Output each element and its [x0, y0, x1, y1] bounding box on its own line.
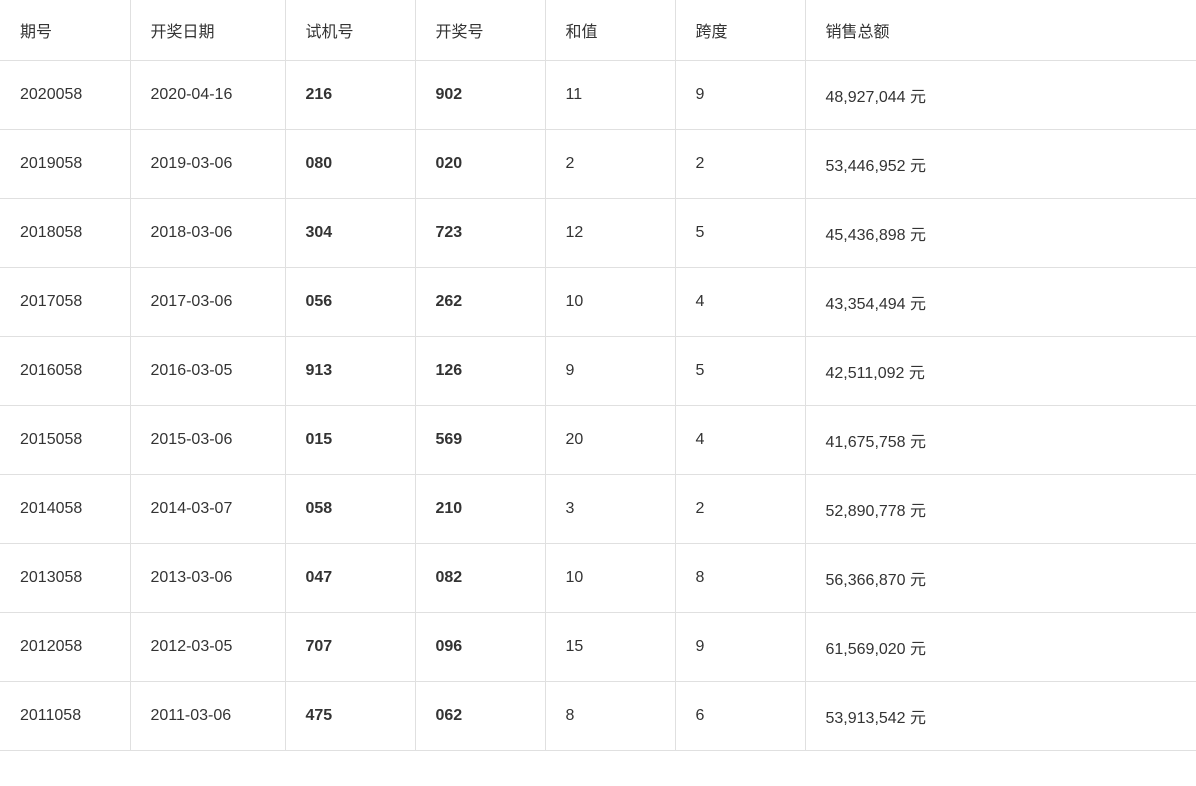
cell-kuadu: 4: [675, 268, 805, 337]
cell-hezhi: 15: [545, 613, 675, 682]
main-container: 期号 开奖日期 试机号 开奖号 和值 跨度 销售总额 20200582020-0…: [0, 0, 1196, 786]
cell-date: 2011-03-06: [130, 682, 285, 751]
cell-shiji: 047: [285, 544, 415, 613]
cell-kuadu: 2: [675, 475, 805, 544]
cell-kuadu: 5: [675, 337, 805, 406]
cell-date: 2012-03-05: [130, 613, 285, 682]
cell-qihao: 2020058: [0, 61, 130, 130]
cell-xiaoshou: 56,366,870 元: [805, 544, 1196, 613]
cell-date: 2013-03-06: [130, 544, 285, 613]
table-row: 20170582017-03-0605626210443,354,494 元: [0, 268, 1196, 337]
table-row: 20150582015-03-0601556920441,675,758 元: [0, 406, 1196, 475]
cell-kaijang: 902: [415, 61, 545, 130]
cell-qihao: 2012058: [0, 613, 130, 682]
cell-hezhi: 8: [545, 682, 675, 751]
table-row: 20200582020-04-1621690211948,927,044 元: [0, 61, 1196, 130]
cell-qihao: 2015058: [0, 406, 130, 475]
cell-shiji: 913: [285, 337, 415, 406]
cell-hezhi: 11: [545, 61, 675, 130]
cell-kaijang: 126: [415, 337, 545, 406]
cell-hezhi: 10: [545, 268, 675, 337]
cell-kuadu: 6: [675, 682, 805, 751]
cell-shiji: 080: [285, 130, 415, 199]
cell-kuadu: 5: [675, 199, 805, 268]
table-header-row: 期号 开奖日期 试机号 开奖号 和值 跨度 销售总额: [0, 0, 1196, 61]
cell-xiaoshou: 48,927,044 元: [805, 61, 1196, 130]
cell-kuadu: 8: [675, 544, 805, 613]
cell-xiaoshou: 53,913,542 元: [805, 682, 1196, 751]
table-row: 20120582012-03-0570709615961,569,020 元: [0, 613, 1196, 682]
cell-kuadu: 9: [675, 61, 805, 130]
cell-shiji: 056: [285, 268, 415, 337]
header-kuadu: 跨度: [675, 0, 805, 61]
cell-date: 2014-03-07: [130, 475, 285, 544]
cell-qihao: 2018058: [0, 199, 130, 268]
cell-qihao: 2019058: [0, 130, 130, 199]
cell-xiaoshou: 43,354,494 元: [805, 268, 1196, 337]
header-date: 开奖日期: [130, 0, 285, 61]
cell-date: 2016-03-05: [130, 337, 285, 406]
table-row: 20110582011-03-064750628653,913,542 元: [0, 682, 1196, 751]
header-shiji: 试机号: [285, 0, 415, 61]
header-kaijang: 开奖号: [415, 0, 545, 61]
lottery-table: 期号 开奖日期 试机号 开奖号 和值 跨度 销售总额 20200582020-0…: [0, 0, 1196, 751]
cell-kaijang: 062: [415, 682, 545, 751]
cell-shiji: 304: [285, 199, 415, 268]
table-row: 20130582013-03-0604708210856,366,870 元: [0, 544, 1196, 613]
cell-hezhi: 3: [545, 475, 675, 544]
cell-kaijang: 723: [415, 199, 545, 268]
cell-kaijang: 210: [415, 475, 545, 544]
cell-shiji: 216: [285, 61, 415, 130]
header-hezhi: 和值: [545, 0, 675, 61]
cell-hezhi: 9: [545, 337, 675, 406]
cell-xiaoshou: 41,675,758 元: [805, 406, 1196, 475]
cell-qihao: 2016058: [0, 337, 130, 406]
cell-kaijang: 020: [415, 130, 545, 199]
cell-kuadu: 9: [675, 613, 805, 682]
cell-shiji: 707: [285, 613, 415, 682]
cell-date: 2018-03-06: [130, 199, 285, 268]
cell-kaijang: 082: [415, 544, 545, 613]
cell-shiji: 058: [285, 475, 415, 544]
table-row: 20160582016-03-059131269542,511,092 元: [0, 337, 1196, 406]
cell-shiji: 475: [285, 682, 415, 751]
cell-hezhi: 10: [545, 544, 675, 613]
cell-qihao: 2011058: [0, 682, 130, 751]
cell-date: 2017-03-06: [130, 268, 285, 337]
header-qihao: 期号: [0, 0, 130, 61]
cell-date: 2020-04-16: [130, 61, 285, 130]
cell-kuadu: 2: [675, 130, 805, 199]
cell-date: 2019-03-06: [130, 130, 285, 199]
cell-kaijang: 262: [415, 268, 545, 337]
cell-xiaoshou: 42,511,092 元: [805, 337, 1196, 406]
header-xiaoshou: 销售总额: [805, 0, 1196, 61]
cell-qihao: 2013058: [0, 544, 130, 613]
cell-qihao: 2014058: [0, 475, 130, 544]
cell-kaijang: 096: [415, 613, 545, 682]
cell-kaijang: 569: [415, 406, 545, 475]
cell-qihao: 2017058: [0, 268, 130, 337]
table-row: 20140582014-03-070582103252,890,778 元: [0, 475, 1196, 544]
cell-shiji: 015: [285, 406, 415, 475]
cell-xiaoshou: 45,436,898 元: [805, 199, 1196, 268]
cell-date: 2015-03-06: [130, 406, 285, 475]
cell-xiaoshou: 61,569,020 元: [805, 613, 1196, 682]
table-row: 20180582018-03-0630472312545,436,898 元: [0, 199, 1196, 268]
cell-hezhi: 2: [545, 130, 675, 199]
cell-kuadu: 4: [675, 406, 805, 475]
cell-xiaoshou: 53,446,952 元: [805, 130, 1196, 199]
cell-hezhi: 20: [545, 406, 675, 475]
cell-hezhi: 12: [545, 199, 675, 268]
cell-xiaoshou: 52,890,778 元: [805, 475, 1196, 544]
table-row: 20190582019-03-060800202253,446,952 元: [0, 130, 1196, 199]
